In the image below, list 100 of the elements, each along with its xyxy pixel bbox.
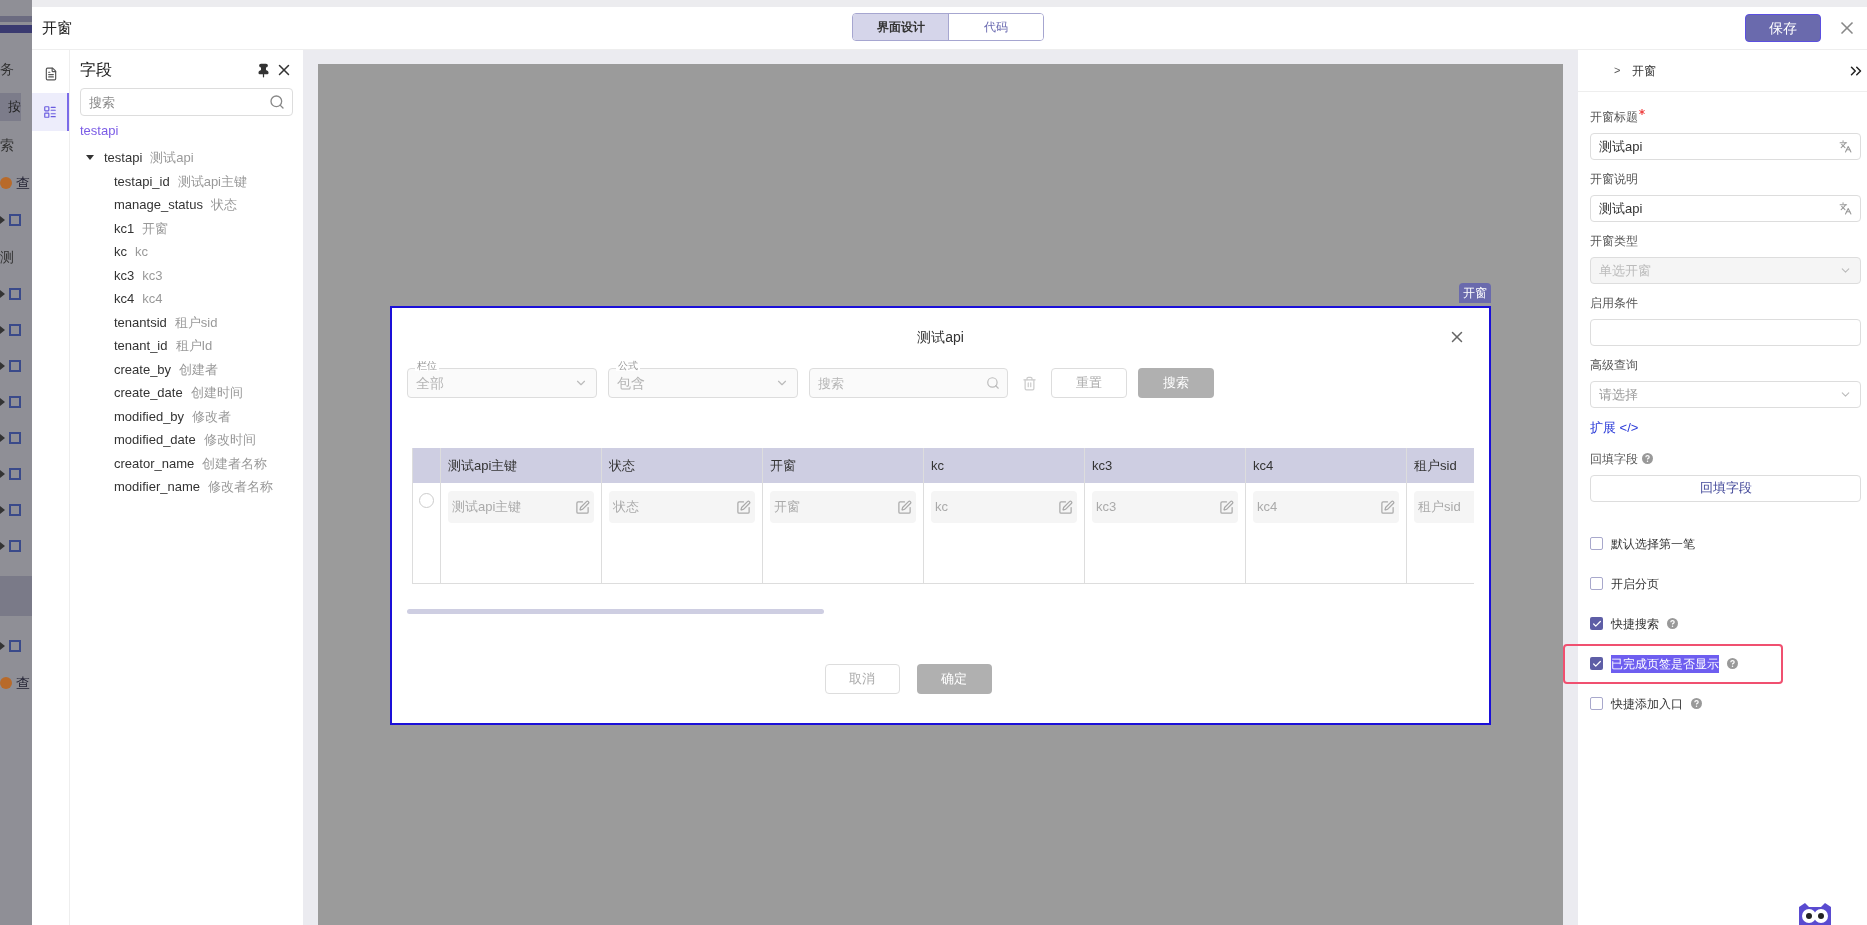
field-item[interactable]: modified_date 修改时间 — [114, 430, 256, 450]
field-label: 高级查询 — [1590, 357, 1638, 374]
option-label: 默认选择第一笔 — [1611, 535, 1695, 553]
field-label: 回填字段 — [1590, 450, 1638, 468]
pin-icon[interactable] — [256, 62, 271, 78]
node-icon — [9, 214, 21, 226]
field-item[interactable]: tenant_id 租户Id — [114, 336, 213, 356]
column-header: 状态 — [602, 448, 763, 483]
column-header: kc3 — [1085, 448, 1246, 483]
caret-icon — [0, 434, 5, 442]
caret-icon — [0, 362, 5, 370]
node-icon — [9, 640, 21, 652]
caret-icon — [0, 470, 5, 478]
checkbox[interactable] — [1590, 657, 1603, 670]
logo-drawing — [0, 14, 32, 36]
node-icon — [9, 324, 21, 336]
field-item[interactable]: tenantsid 租户sid — [114, 312, 218, 332]
node-icon — [9, 360, 21, 372]
node-icon — [9, 432, 21, 444]
translate-icon[interactable] — [1839, 140, 1852, 153]
option-label: 快捷添加入口 — [1611, 695, 1683, 713]
search-field[interactable]: 搜索 — [80, 88, 293, 116]
option-label: 快捷搜索 — [1611, 615, 1659, 633]
option-label: 已完成页签是否显示 — [1611, 654, 1719, 673]
column-header: 开窗 — [763, 448, 924, 483]
breadcrumb[interactable]: 开窗 — [1632, 61, 1657, 80]
checkbox[interactable] — [1590, 697, 1603, 710]
caret-icon — [0, 326, 5, 334]
background-text: 务 — [0, 59, 14, 79]
caret-icon — [0, 290, 5, 298]
field-item[interactable]: create_by 创建者 — [114, 359, 219, 379]
text-field[interactable] — [1590, 319, 1861, 346]
view-tab[interactable]: 代码 — [948, 14, 1043, 40]
column-header: 租户sid — [1407, 448, 1474, 483]
edit-icon[interactable] — [1219, 499, 1234, 515]
background-text: 测 — [0, 247, 14, 267]
caret-icon — [0, 642, 5, 650]
node-icon — [9, 540, 21, 552]
window-title: 开窗 — [42, 17, 72, 38]
node-icon — [9, 288, 21, 300]
checkbox[interactable] — [1590, 617, 1603, 630]
edit-icon[interactable] — [1058, 499, 1073, 515]
help-icon[interactable] — [1727, 658, 1738, 669]
field-item[interactable]: kc4 kc4 — [114, 289, 163, 309]
caret-icon — [0, 398, 5, 406]
edit-icon[interactable] — [897, 499, 912, 515]
dialog-title: 测试api — [917, 327, 964, 347]
checkbox[interactable] — [1590, 537, 1603, 550]
field-label: 开窗说明 — [1590, 171, 1638, 188]
extend-link[interactable]: 扩展 </> — [1590, 418, 1861, 438]
help-icon[interactable] — [1667, 618, 1678, 629]
background-text: 查 — [16, 173, 30, 193]
field-item[interactable]: testapi_id 测试api主键 — [114, 171, 247, 191]
trash-icon[interactable] — [1022, 375, 1037, 391]
edit-icon[interactable] — [1380, 499, 1395, 515]
caret-icon — [0, 216, 5, 224]
translate-icon[interactable] — [1839, 202, 1852, 215]
option-label: 开启分页 — [1611, 575, 1659, 593]
node-icon — [9, 396, 21, 408]
field-item[interactable]: testapi 测试api — [104, 148, 194, 168]
tree-root[interactable]: testapi — [80, 121, 119, 141]
text-field[interactable]: 测试api — [1590, 195, 1861, 222]
help-icon[interactable] — [1642, 453, 1653, 464]
column-header: kc4 — [1246, 448, 1407, 483]
field-item[interactable]: manage_status 状态 — [114, 195, 237, 215]
save-button[interactable]: 保存 — [1745, 14, 1821, 42]
floating-label: 栏位 — [415, 361, 439, 371]
checkbox[interactable] — [1590, 577, 1603, 590]
document-icon — [43, 67, 58, 81]
node-icon — [9, 468, 21, 480]
field-item[interactable]: creator_name 创建者名称 — [114, 453, 268, 473]
panel-title: 字段 — [80, 60, 112, 80]
help-icon[interactable] — [1691, 698, 1702, 709]
field-item[interactable]: modified_by 修改者 — [114, 406, 232, 426]
search-icon — [986, 376, 1000, 390]
field-label: 开窗类型 — [1590, 233, 1638, 250]
caret-icon — [0, 506, 5, 514]
breadcrumb-separator: > — [1614, 63, 1621, 79]
node-icon — [9, 504, 21, 516]
caret-icon[interactable] — [86, 155, 94, 161]
scrollbar[interactable] — [407, 609, 824, 614]
field-item[interactable]: kc kc — [114, 242, 148, 262]
caret-icon — [0, 542, 5, 550]
fill-fields-button[interactable]: 回填字段 — [1590, 474, 1861, 502]
field-item[interactable]: kc1 开窗 — [114, 218, 169, 238]
background-text: 索 — [0, 135, 14, 155]
field-label: 开窗标题 — [1590, 109, 1638, 126]
rail-tab[interactable] — [32, 93, 69, 131]
text-field[interactable]: 测试api — [1590, 133, 1861, 160]
list-icon — [42, 105, 57, 119]
floating-label: 公式 — [616, 361, 640, 371]
view-tab[interactable]: 界面设计 — [853, 14, 948, 40]
column-header: 测试api主键 — [441, 448, 602, 483]
field-item[interactable]: kc3 kc3 — [114, 265, 163, 285]
edit-icon[interactable] — [575, 499, 590, 515]
field-item[interactable]: create_date 创建时间 — [114, 383, 243, 403]
component-badge: 开窗 — [1459, 283, 1491, 303]
field-item[interactable]: modifier_name 修改者名称 — [114, 477, 273, 497]
field-label: 启用条件 — [1590, 295, 1638, 312]
edit-icon[interactable] — [736, 499, 751, 515]
